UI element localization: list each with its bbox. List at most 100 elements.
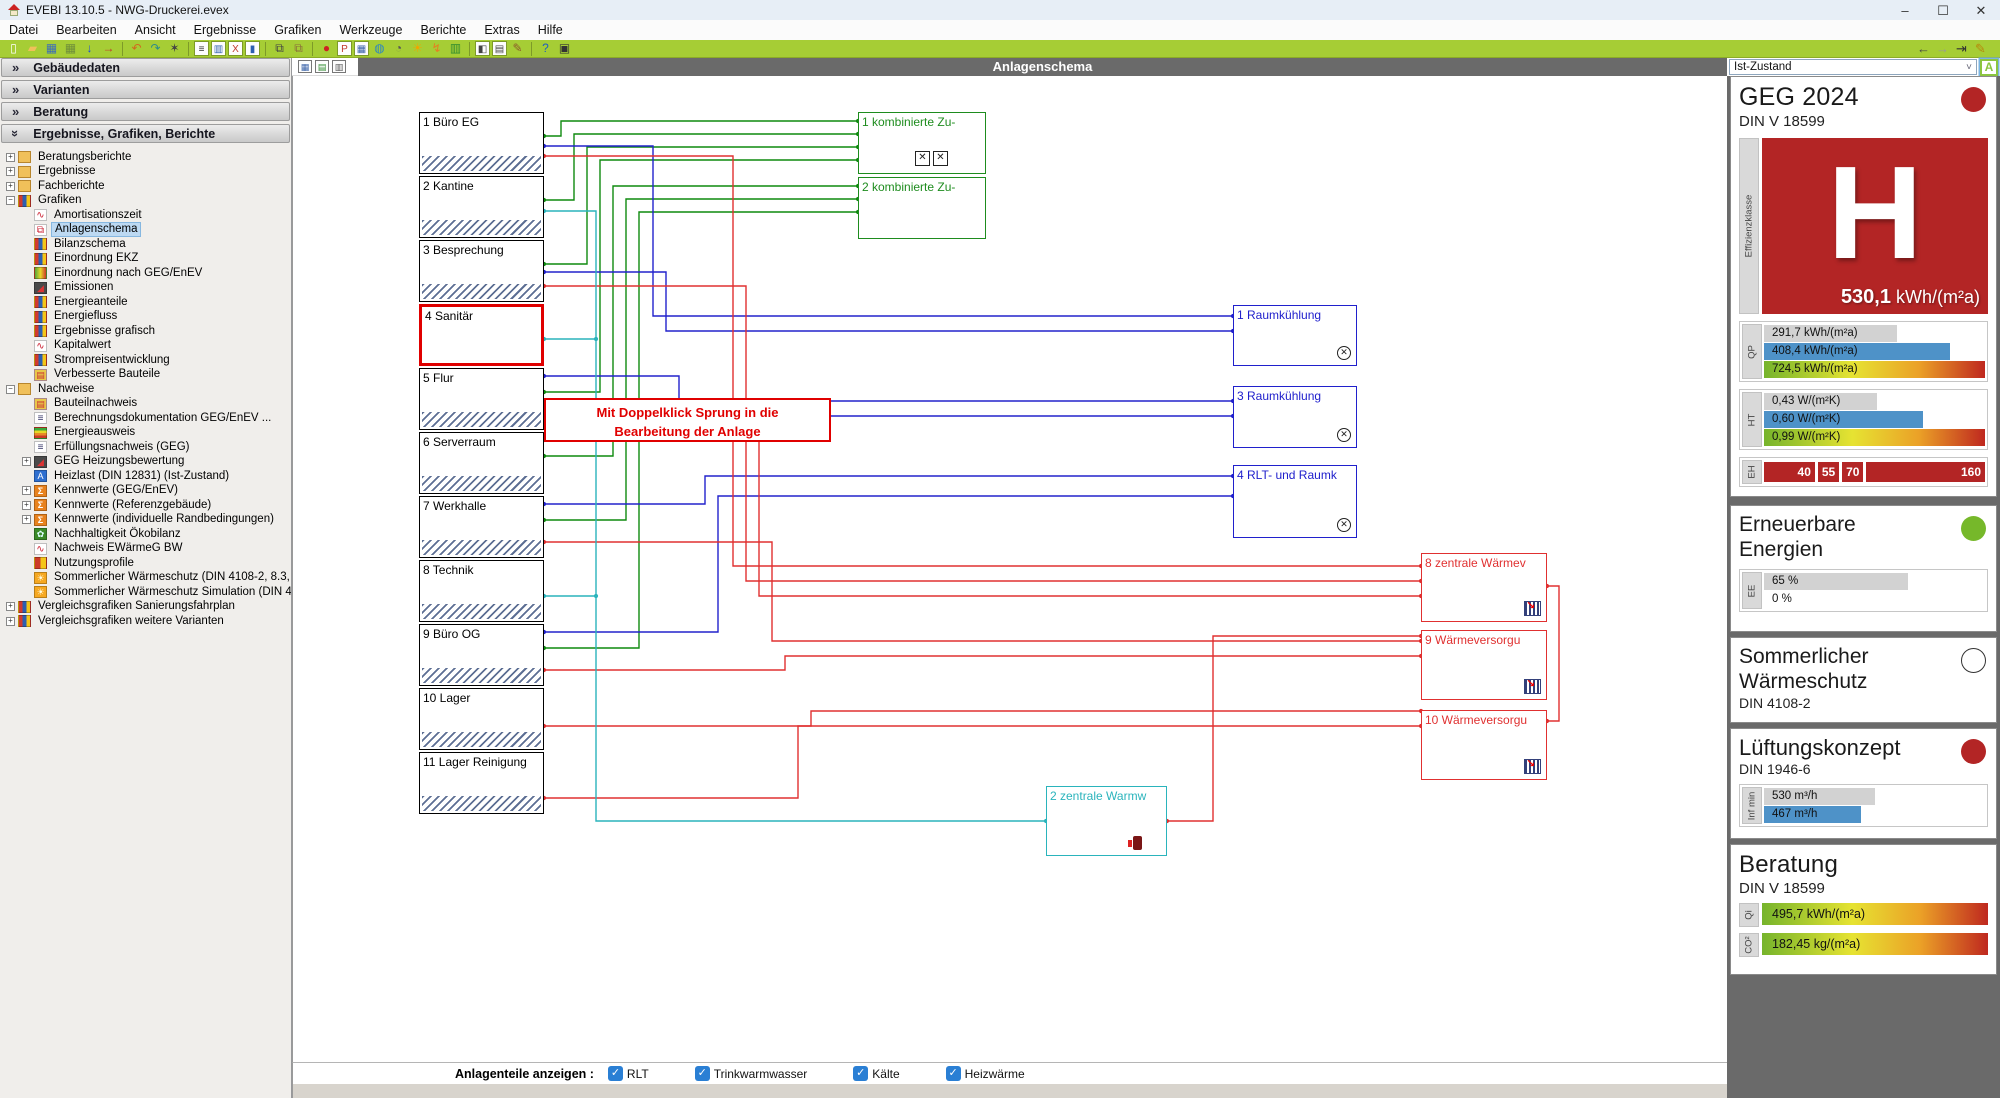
tree-item-energieausweis[interactable]: Energieausweis: [0, 426, 291, 441]
room-box-5-flur[interactable]: 5 Flur: [419, 368, 544, 430]
menu-hilfe[interactable]: Hilfe: [529, 20, 572, 40]
tree-item-ergebnisse-grafisch[interactable]: Ergebnisse grafisch: [0, 324, 291, 339]
save-all-icon[interactable]: ▦: [62, 41, 79, 56]
tree-item-emissionen[interactable]: ◢Emissionen: [0, 281, 291, 296]
variant-dropdown[interactable]: Ist-Zustand ˅: [1729, 59, 1977, 75]
edit-chart-icon[interactable]: ✎: [1972, 41, 1989, 56]
heating-box-8-zentrale-wärmev[interactable]: 8 zentrale Wärmev: [1421, 553, 1547, 622]
tree-item-amortisationszeit[interactable]: ∿Amortisationszeit: [0, 208, 291, 223]
export-icon[interactable]: ▤: [315, 60, 329, 73]
chart-bars-icon[interactable]: ▥: [447, 41, 464, 56]
tree-item-nachweis-ewärmeg-bw[interactable]: ∿Nachweis EWärmeG BW: [0, 542, 291, 557]
back-icon[interactable]: ←: [1915, 41, 1932, 56]
checkbox-checked-icon[interactable]: ✓: [608, 1066, 623, 1081]
expand-icon[interactable]: +: [22, 515, 31, 524]
screen-icon[interactable]: ▣: [556, 41, 573, 56]
room-box-8-technik[interactable]: 8 Technik: [419, 560, 544, 622]
room-box-2-kantine[interactable]: 2 Kantine: [419, 176, 544, 238]
room-box-9-büro-og[interactable]: 9 Büro OG: [419, 624, 544, 686]
sidebar-section-ergebnisse-grafiken-berichte[interactable]: »Ergebnisse, Grafiken, Berichte: [1, 124, 290, 143]
room-box-11-lager-reinigung[interactable]: 11 Lager Reinigung: [419, 752, 544, 814]
tree-item-heizlast-din-12831-ist-zustand[interactable]: AHeizlast (DIN 12831) (Ist-Zustand): [0, 469, 291, 484]
layer-toggle-heizwärme[interactable]: ✓Heizwärme: [946, 1066, 1025, 1081]
undo-icon[interactable]: ↶: [128, 41, 145, 56]
schematic-canvas[interactable]: Mit Doppelklick Sprung in die Bearbeitun…: [292, 76, 1727, 1062]
tree-item-kennwerte-referenzgebäude[interactable]: +ΣKennwerte (Referenzgebäude): [0, 498, 291, 513]
tree-item-einordnung-nach-geg-enev[interactable]: Einordnung nach GEG/EnEV: [0, 266, 291, 281]
wizard-icon[interactable]: ✶: [166, 41, 183, 56]
menu-werkzeuge[interactable]: Werkzeuge: [330, 20, 411, 40]
expand-icon[interactable]: +: [22, 457, 31, 466]
checkbox-checked-icon[interactable]: ✓: [946, 1066, 961, 1081]
room-box-4-sanitär[interactable]: 4 Sanitär: [419, 304, 544, 366]
tree-item-bilanzschema[interactable]: Bilanzschema: [0, 237, 291, 252]
tree-item-berechnungsdokumentation-geg-enev[interactable]: ≡Berechnungsdokumentation GEG/EnEV ...: [0, 411, 291, 426]
menu-extras[interactable]: Extras: [475, 20, 528, 40]
tree-item-einordnung-ekz[interactable]: Einordnung EKZ: [0, 252, 291, 267]
room-box-3-besprechung[interactable]: 3 Besprechung: [419, 240, 544, 302]
tree-item-strompreisentwicklung[interactable]: Strompreisentwicklung: [0, 353, 291, 368]
panel-icon[interactable]: ◧: [475, 41, 490, 56]
tree-item-nutzungsprofile[interactable]: Nutzungsprofile: [0, 556, 291, 571]
menu-ansicht[interactable]: Ansicht: [126, 20, 185, 40]
maximize-button[interactable]: ☐: [1924, 1, 1962, 20]
room-box-6-serverraum[interactable]: 6 Serverraum: [419, 432, 544, 494]
forward-icon[interactable]: →: [1934, 41, 1951, 56]
checkbox-checked-icon[interactable]: ✓: [853, 1066, 868, 1081]
menu-bearbeiten[interactable]: Bearbeiten: [47, 20, 125, 40]
tree-item-bauteilnachweis[interactable]: ▤Bauteilnachweis: [0, 397, 291, 412]
expand-icon[interactable]: +: [6, 153, 15, 162]
pen-icon[interactable]: ✎: [509, 41, 526, 56]
tree-item-energiefluss[interactable]: Energiefluss: [0, 310, 291, 325]
excel-icon[interactable]: X: [228, 41, 243, 56]
export-icon[interactable]: →: [100, 41, 117, 56]
tree-item-anlagenschema[interactable]: ⧉Anlagenschema: [0, 223, 291, 238]
report-doc-icon[interactable]: ≡: [194, 41, 209, 56]
copy-structure-icon[interactable]: ⧉: [271, 41, 288, 56]
expand-icon[interactable]: +: [22, 486, 31, 495]
expand-icon[interactable]: +: [6, 617, 15, 626]
close-button[interactable]: ✕: [1962, 1, 2000, 20]
help-icon[interactable]: ?: [537, 41, 554, 56]
menu-grafiken[interactable]: Grafiken: [265, 20, 330, 40]
sidebar-section-gebäudedaten[interactable]: »Gebäudedaten: [1, 58, 290, 77]
room-box-1-büro-eg[interactable]: 1 Büro EG: [419, 112, 544, 174]
save-icon[interactable]: ▦: [43, 41, 60, 56]
tree-item-kennwerte-geg-enev[interactable]: +ΣKennwerte (GEG/EnEV): [0, 484, 291, 499]
tree-item-kennwerte-individuelle-randbedingungen[interactable]: +ΣKennwerte (individuelle Randbedingunge…: [0, 513, 291, 528]
new-file-icon[interactable]: ▯: [5, 41, 22, 56]
globe-icon[interactable]: ◍: [371, 41, 388, 56]
menu-berichte[interactable]: Berichte: [411, 20, 475, 40]
tree-item-nachhaltigkeit-ökobilanz[interactable]: ✿Nachhaltigkeit Ökobilanz: [0, 527, 291, 542]
tree-item-sommerlicher-wärmeschutz-simulation-din-4108-2-8-4-übert[interactable]: ☀Sommerlicher Wärmeschutz Simulation (DI…: [0, 585, 291, 600]
redo-icon[interactable]: ↷: [147, 41, 164, 56]
expand-icon[interactable]: +: [6, 182, 15, 191]
print-icon[interactable]: ▥: [332, 60, 346, 73]
font-size-button[interactable]: A: [1980, 59, 1998, 76]
cooling-box-3-raumkühlung[interactable]: 3 Raumkühlung✕: [1233, 386, 1357, 448]
table-icon[interactable]: ▦: [354, 41, 369, 56]
room-box-10-lager[interactable]: 10 Lager: [419, 688, 544, 750]
tree-item-nachweise[interactable]: −Nachweise: [0, 382, 291, 397]
expand-icon[interactable]: +: [6, 167, 15, 176]
layer-toggle-trinkwarmwasser[interactable]: ✓Trinkwarmwasser: [695, 1066, 808, 1081]
tree-item-ergebnisse[interactable]: +Ergebnisse: [0, 165, 291, 180]
layer-toggle-rlt[interactable]: ✓RLT: [608, 1066, 649, 1081]
expand-icon[interactable]: +: [6, 602, 15, 611]
ahu-box-1-kombinierte-zu[interactable]: 1 kombinierte Zu-✕✕: [858, 112, 986, 174]
clock-icon[interactable]: ◔: [390, 41, 407, 56]
tree-item-verbesserte-bauteile[interactable]: ▤Verbesserte Bauteile: [0, 368, 291, 383]
paste-structure-icon[interactable]: ⧉: [290, 41, 307, 56]
pdf-icon[interactable]: P: [337, 41, 352, 56]
tree-item-beratungsberichte[interactable]: +Beratungsberichte: [0, 150, 291, 165]
tree-item-kapitalwert[interactable]: ∿Kapitalwert: [0, 339, 291, 354]
lightning-icon[interactable]: ↯: [428, 41, 445, 56]
tree-item-energieanteile[interactable]: Energieanteile: [0, 295, 291, 310]
tree-item-sommerlicher-wärmeschutz-din-4108-2-8-3-sonneneintragsk[interactable]: ☀Sommerlicher Wärmeschutz (DIN 4108-2, 8…: [0, 571, 291, 586]
minimize-button[interactable]: –: [1886, 1, 1924, 20]
dhw-box-2-zentrale-warmw[interactable]: 2 zentrale Warmw: [1046, 786, 1167, 856]
goto-icon[interactable]: ⇥: [1953, 41, 1970, 56]
collapse-icon[interactable]: −: [6, 385, 15, 394]
save-icon[interactable]: ▦: [298, 60, 312, 73]
cooling-box-1-raumkühlung[interactable]: 1 Raumkühlung✕: [1233, 305, 1357, 366]
